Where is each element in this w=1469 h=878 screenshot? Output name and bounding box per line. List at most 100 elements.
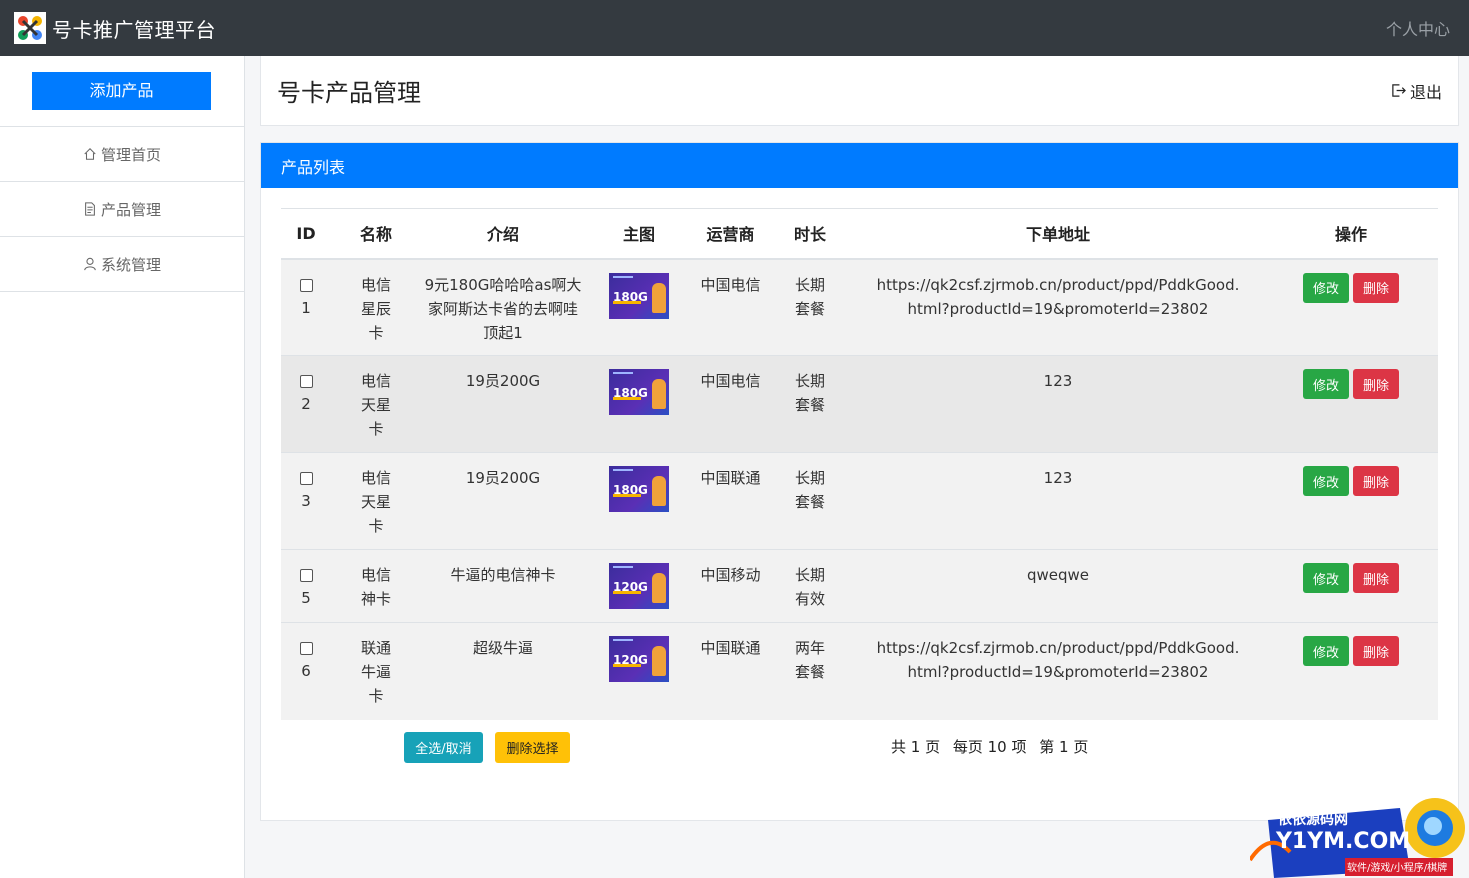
row-id: 6 [301,662,311,680]
logout-button[interactable]: 退出 [1391,79,1442,103]
actions-cell: 修改 删除 [1264,622,1438,720]
image-cell: 180G [585,258,693,356]
edit-button[interactable]: 修改 [1303,563,1349,593]
brand[interactable]: 号卡推广管理平台 [14,12,216,44]
image-cell: 180G [585,355,693,453]
image-cell: 120G [585,549,693,623]
sidebar-item-label: 管理首页 [100,145,161,164]
edit-button[interactable]: 修改 [1303,636,1349,666]
edit-button[interactable]: 修改 [1303,272,1349,303]
table-row: 1 电信 星辰 卡 9元180G哈哈哈as啊大家阿斯达卡省的去啊哇顶起1 180… [281,258,1438,356]
delete-button[interactable]: 删除 [1353,636,1399,666]
id-cell: 5 [281,549,331,623]
logo-icon [14,12,46,44]
carrier-cell: 中国移动 [693,549,768,623]
column-header-actions: 操作 [1264,208,1438,260]
row-checkbox[interactable] [299,569,313,582]
carrier-cell: 中国联通 [693,452,768,550]
product-thumbnail[interactable]: 180G [609,272,669,319]
card-header: 产品列表 [261,143,1458,188]
image-cell: 180G [585,452,693,550]
table-row: 5 电信 神卡 牛逼的电信神卡 120G 中国移动 长期 有效 qweqwe 修… [281,549,1438,623]
sidebar-item-label: 系统管理 [100,255,161,274]
home-icon [84,148,96,160]
per-page: 每页 10 项 [952,738,1027,756]
page-title: 号卡产品管理 [277,79,421,107]
delete-button[interactable]: 删除 [1353,466,1399,496]
row-id: 1 [301,298,311,317]
url-cell: 123 [852,355,1264,453]
carrier-cell: 中国联通 [693,622,768,720]
column-header-intro: 介绍 [421,208,585,260]
carrier-cell: 中国电信 [693,258,768,356]
product-thumbnail[interactable]: 180G [609,369,669,415]
table-row: 3 电信 天星 卡 19员200G 180G 中国联通 长期 套餐 123 修改… [281,452,1438,550]
row-checkbox[interactable] [299,278,313,292]
product-thumbnail[interactable]: 180G [609,466,669,512]
actions-cell: 修改 删除 [1264,549,1438,623]
watermark-line3: 软件/游戏/小程序/棋牌 [1347,861,1447,874]
app-title: 号卡推广管理平台 [52,17,216,42]
duration-cell: 长期 套餐 [768,258,852,356]
column-header-id: ID [281,208,331,260]
delete-selected-button[interactable]: 删除选择 [495,732,570,763]
table-header-row: ID 名称 介绍 主图 运营商 时长 下单地址 操作 [281,208,1438,260]
watermark-badge: 依依源码网 Y1YM.COM 软件/游戏/小程序/棋牌 [1248,790,1469,878]
intro-cell: 19员200G [421,355,585,453]
name-cell: 电信 星辰 卡 [331,258,421,356]
intro-cell: 19员200G [421,452,585,550]
row-id: 3 [301,492,311,510]
duration-cell: 长期 有效 [768,549,852,623]
url-cell: 123 [852,452,1264,550]
product-list-card: 产品列表 ID 名称 介绍 主图 运营商 时长 下单地址 操作 1 电信 星辰 … [260,142,1459,821]
page-header: 号卡产品管理 退出 [260,56,1459,126]
edit-button[interactable]: 修改 [1303,369,1349,399]
sidebar-item-system[interactable]: 系统管理 [0,237,244,292]
url-cell: https://qk2csf.zjrmob.cn/product/ppd/Pdd… [852,258,1264,356]
total-pages: 共 1 页 [891,738,941,756]
delete-button[interactable]: 删除 [1353,369,1399,399]
product-thumbnail[interactable]: 120G [609,636,669,682]
sidebar-item-home[interactable]: 管理首页 [0,127,244,182]
top-navbar: 号卡推广管理平台 个人中心 [0,0,1469,56]
actions-cell: 修改 删除 [1264,355,1438,453]
intro-cell: 9元180G哈哈哈as啊大家阿斯达卡省的去啊哇顶起1 [421,258,585,356]
carrier-cell: 中国电信 [693,355,768,453]
url-cell: qweqwe [852,549,1264,623]
name-cell: 电信 天星 卡 [331,452,421,550]
id-cell: 2 [281,355,331,453]
table-row: 2 电信 天星 卡 19员200G 180G 中国电信 长期 套餐 123 修改… [281,355,1438,453]
table-footer: 全选/取消 删除选择 共 1 页 每页 10 项 第 1 页 [261,732,1460,764]
logout-icon [1392,84,1406,97]
intro-cell: 牛逼的电信神卡 [421,549,585,623]
product-table: ID 名称 介绍 主图 运营商 时长 下单地址 操作 1 电信 星辰 卡 9元1… [281,208,1438,720]
sidebar-item-products[interactable]: 产品管理 [0,182,244,237]
sidebar: 添加产品 管理首页 产品管理 系统管理 [0,56,245,878]
name-cell: 电信 天星 卡 [331,355,421,453]
select-all-button[interactable]: 全选/取消 [404,732,483,763]
column-header-duration: 时长 [768,208,852,260]
pagination-info: 共 1 页 每页 10 项 第 1 页 [891,736,1096,757]
current-page: 第 1 页 [1039,738,1089,756]
duration-cell: 两年 套餐 [768,622,852,720]
user-center-link[interactable]: 个人中心 [1386,16,1450,40]
image-cell: 120G [585,622,693,720]
duration-cell: 长期 套餐 [768,452,852,550]
name-cell: 联通 牛逼 卡 [331,622,421,720]
id-cell: 1 [281,258,331,356]
add-product-button[interactable]: 添加产品 [32,72,211,110]
edit-button[interactable]: 修改 [1303,466,1349,496]
sidebar-item-label: 产品管理 [100,200,161,219]
duration-cell: 长期 套餐 [768,355,852,453]
row-checkbox[interactable] [299,642,313,655]
row-checkbox[interactable] [299,375,313,388]
delete-button[interactable]: 删除 [1353,563,1399,593]
user-icon [84,257,96,271]
column-header-carrier: 运营商 [693,208,768,260]
row-checkbox[interactable] [299,472,313,485]
delete-button[interactable]: 删除 [1353,272,1399,303]
product-thumbnail[interactable]: 120G [609,563,669,609]
watermark-line1: 依依源码网 [1278,811,1348,828]
document-icon [85,202,95,216]
logout-label: 退出 [1409,82,1442,102]
